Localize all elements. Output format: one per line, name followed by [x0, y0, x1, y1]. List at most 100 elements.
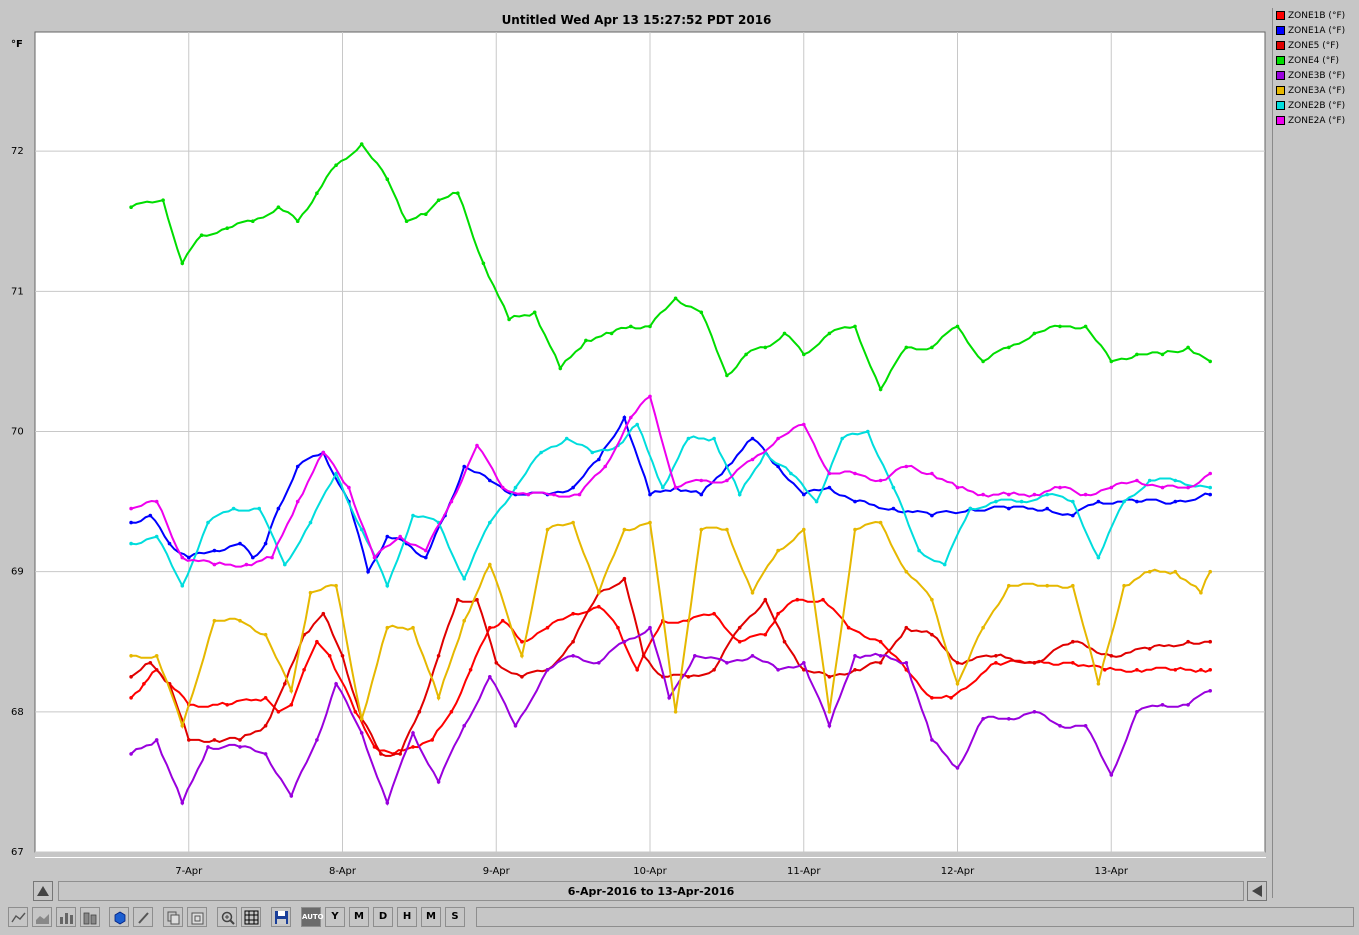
- data-point: [436, 696, 441, 700]
- data-point: [597, 590, 601, 595]
- data-point: [564, 436, 569, 441]
- data-point: [878, 639, 883, 644]
- data-point: [1147, 647, 1152, 651]
- data-point: [129, 752, 133, 756]
- data-point: [1045, 583, 1049, 588]
- stacked-bar-button[interactable]: [80, 907, 100, 927]
- data-point: [917, 548, 921, 553]
- legend-item[interactable]: ZONE1B (°F): [1276, 10, 1345, 26]
- legend-item[interactable]: ZONE4 (°F): [1276, 55, 1339, 71]
- data-point: [251, 555, 255, 560]
- line-chart[interactable]: °F 67 68 69 70 71 72: [7, 31, 1266, 855]
- data-point: [411, 625, 415, 630]
- legend-swatch: [1276, 25, 1285, 35]
- data-point: [167, 541, 172, 546]
- data-point: [500, 618, 505, 623]
- data-point: [359, 717, 364, 721]
- data-point: [629, 324, 633, 329]
- 3d-cube-button[interactable]: [109, 907, 129, 927]
- data-point: [1135, 668, 1139, 672]
- data-point: [712, 668, 716, 672]
- legend-item[interactable]: ZONE3A (°F): [1276, 85, 1346, 101]
- legend-item[interactable]: ZONE3B (°F): [1276, 70, 1345, 86]
- legend-item[interactable]: ZONE2A (°F): [1276, 115, 1345, 131]
- scroll-left-button[interactable]: [33, 881, 53, 901]
- auto-button[interactable]: AUTO: [301, 907, 324, 927]
- status-field: [476, 907, 1354, 927]
- data-point: [802, 492, 806, 497]
- data-point: [1007, 583, 1011, 588]
- data-point: [507, 317, 511, 322]
- data-point: [750, 436, 755, 441]
- data-point: [648, 324, 652, 329]
- data-point: [1071, 499, 1075, 504]
- data-point: [129, 654, 133, 658]
- data-point: [673, 710, 678, 714]
- legend-swatch: [1276, 70, 1285, 80]
- data-point: [206, 745, 210, 749]
- data-point: [821, 597, 825, 602]
- data-point: [488, 520, 492, 525]
- zoom-button[interactable]: [217, 907, 237, 927]
- copy-button[interactable]: [163, 907, 183, 927]
- data-point: [1071, 513, 1075, 518]
- data-point: [827, 675, 832, 679]
- data-point: [597, 604, 601, 609]
- data-point: [359, 142, 364, 146]
- data-point: [475, 443, 479, 448]
- save-button[interactable]: [271, 907, 291, 927]
- data-point: [699, 478, 704, 483]
- data-point: [571, 654, 575, 658]
- data-point: [148, 513, 153, 518]
- date-range-label: 6-Apr-2016 to 13-Apr-2016: [58, 881, 1244, 901]
- second-button[interactable]: S: [445, 907, 465, 927]
- data-point: [981, 625, 985, 630]
- data-point: [456, 191, 460, 195]
- grid-button[interactable]: [241, 907, 261, 927]
- data-point: [597, 661, 601, 665]
- y-tick-labels: 67 68 69 70 71 72: [11, 146, 24, 855]
- data-point: [673, 296, 678, 301]
- stacked-bar-icon: [83, 912, 97, 925]
- month-button[interactable]: M: [349, 907, 369, 927]
- data-point: [622, 639, 627, 644]
- legend-item[interactable]: ZONE1A (°F): [1276, 25, 1345, 41]
- data-point: [449, 710, 454, 714]
- scroll-right-button[interactable]: [1247, 881, 1267, 901]
- data-point: [212, 562, 217, 567]
- brush-button[interactable]: [133, 907, 153, 927]
- data-point: [622, 576, 627, 581]
- x-axis-bar[interactable]: 7-Apr 8-Apr 9-Apr 10-Apr 11-Apr 12-Apr 13-Apr: [35, 857, 1266, 880]
- data-point: [436, 780, 441, 784]
- data-point: [129, 506, 133, 511]
- data-point: [930, 632, 934, 637]
- paste-button[interactable]: [187, 907, 207, 927]
- data-point: [148, 661, 153, 665]
- legend-item[interactable]: ZONE2B (°F): [1276, 100, 1345, 116]
- area-chart-button[interactable]: [32, 907, 52, 927]
- data-point: [994, 661, 998, 665]
- data-point: [802, 661, 806, 665]
- bar-chart-button[interactable]: [56, 907, 76, 927]
- data-point: [1096, 499, 1101, 504]
- minute-button[interactable]: M: [421, 907, 441, 927]
- data-point: [878, 654, 883, 658]
- day-button[interactable]: D: [373, 907, 393, 927]
- y-tick-label: 70: [11, 426, 24, 437]
- year-button[interactable]: Y: [325, 907, 345, 927]
- line-chart-button[interactable]: [8, 907, 28, 927]
- data-point: [930, 738, 934, 742]
- hour-button[interactable]: H: [397, 907, 417, 927]
- data-point: [1135, 352, 1139, 357]
- data-point: [622, 415, 627, 420]
- data-point: [776, 436, 780, 441]
- x-tick-label: 8-Apr: [329, 866, 357, 877]
- data-point: [263, 752, 268, 756]
- legend-label: ZONE3A (°F): [1288, 86, 1346, 96]
- data-point: [308, 520, 313, 525]
- data-point: [648, 625, 652, 630]
- data-point: [251, 219, 255, 223]
- data-point: [462, 724, 467, 728]
- legend-item[interactable]: ZONE5 (°F): [1276, 40, 1339, 56]
- data-point: [308, 590, 313, 595]
